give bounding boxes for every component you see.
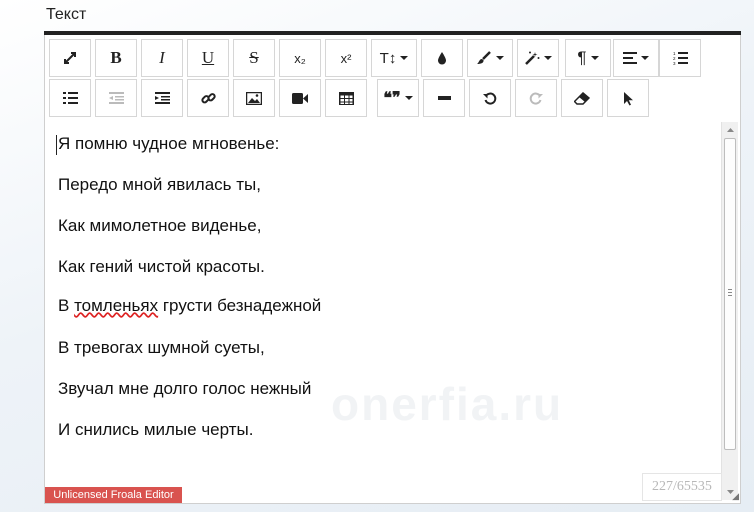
minus-icon bbox=[437, 96, 451, 100]
pilcrow-icon: ¶ bbox=[577, 48, 587, 67]
subscript-icon: x₂ bbox=[294, 50, 306, 66]
vertical-scrollbar[interactable] bbox=[721, 122, 738, 500]
character-counter: 227/65535 bbox=[642, 473, 722, 501]
table-icon bbox=[338, 91, 354, 105]
poem-line: В тревогах шумной суеты, bbox=[58, 338, 265, 357]
redo-button[interactable] bbox=[515, 79, 557, 117]
italic-button[interactable]: I bbox=[141, 39, 183, 77]
poem-line-suffix: грусти безнадежной bbox=[158, 296, 322, 315]
strikethrough-icon: S bbox=[249, 48, 259, 67]
resize-handle-icon[interactable]: ◢ bbox=[732, 491, 739, 502]
clear-formatting-button[interactable] bbox=[561, 79, 603, 117]
indent-button[interactable] bbox=[141, 79, 183, 117]
bold-icon: B bbox=[110, 48, 122, 67]
chevron-down-icon bbox=[544, 56, 552, 60]
license-badge[interactable]: Unlicensed Froala Editor bbox=[45, 487, 182, 503]
poem-line: Передо мной явилась ты, bbox=[58, 175, 261, 194]
chevron-down-icon bbox=[496, 56, 504, 60]
color-button[interactable] bbox=[421, 39, 463, 77]
undo-button[interactable] bbox=[469, 79, 511, 117]
strikethrough-button[interactable]: S bbox=[233, 39, 275, 77]
rich-text-editor: B I U S x₂ x² T↕ ¶ 1 2 3 ❝❞ Я помню чудн… bbox=[44, 31, 741, 504]
underline-button[interactable]: U bbox=[187, 39, 229, 77]
link-icon bbox=[200, 91, 216, 106]
outdent-icon bbox=[108, 92, 124, 104]
superscript-button[interactable]: x² bbox=[325, 39, 367, 77]
align-left-icon bbox=[623, 52, 637, 64]
field-label: Текст bbox=[46, 6, 87, 23]
editor-content-area[interactable]: Я помню чудное мгновенье: Передо мной яв… bbox=[46, 122, 721, 492]
unordered-list-icon bbox=[62, 92, 78, 104]
scrollbar-thumb[interactable] bbox=[724, 138, 736, 450]
chevron-down-icon bbox=[641, 56, 649, 60]
unordered-list-button[interactable] bbox=[49, 79, 91, 117]
insert-image-button[interactable] bbox=[233, 79, 275, 117]
font-size-icon: T↕ bbox=[379, 49, 397, 67]
poem-line-prefix: В bbox=[58, 296, 75, 315]
chevron-down-icon bbox=[404, 96, 413, 100]
eraser-icon bbox=[574, 91, 590, 105]
expand-icon bbox=[63, 51, 77, 65]
select-all-button[interactable] bbox=[607, 79, 649, 117]
insert-video-button[interactable] bbox=[279, 79, 321, 117]
paragraph-format-button[interactable]: ¶ bbox=[565, 39, 611, 77]
undo-icon bbox=[483, 91, 497, 105]
align-button[interactable] bbox=[613, 39, 659, 77]
svg-text:3: 3 bbox=[673, 61, 676, 65]
poem-line: В томленьях грусти безнадежной bbox=[58, 296, 321, 316]
subscript-button[interactable]: x₂ bbox=[279, 39, 321, 77]
inline-style-button[interactable] bbox=[517, 39, 559, 77]
video-icon bbox=[292, 92, 308, 104]
ordered-list-icon: 123 bbox=[673, 51, 688, 65]
bold-button[interactable]: B bbox=[95, 39, 137, 77]
magic-icon bbox=[524, 51, 540, 65]
horizontal-line-button[interactable] bbox=[423, 79, 465, 117]
underline-icon: U bbox=[201, 48, 215, 67]
misspelled-word: томленьях bbox=[74, 296, 159, 315]
superscript-icon: x² bbox=[340, 50, 352, 66]
grip-icon bbox=[728, 289, 732, 298]
redo-icon bbox=[529, 91, 543, 105]
indent-icon bbox=[154, 92, 170, 104]
poem-line: Как мимолетное виденье, bbox=[58, 216, 262, 235]
paragraph-style-button[interactable] bbox=[467, 39, 513, 77]
poem-line: И снились милые черты. bbox=[58, 420, 254, 439]
insert-table-button[interactable] bbox=[325, 79, 367, 117]
scroll-up-arrow[interactable] bbox=[722, 122, 738, 138]
chevron-down-icon bbox=[590, 56, 599, 60]
quote-button[interactable]: ❝❞ bbox=[377, 79, 419, 117]
cursor-icon bbox=[623, 91, 634, 106]
image-icon bbox=[246, 91, 262, 105]
droplet-icon bbox=[437, 51, 447, 65]
watermark: onerfia.ru bbox=[331, 378, 564, 430]
fullscreen-button[interactable] bbox=[49, 39, 91, 77]
italic-icon: I bbox=[159, 48, 165, 67]
font-size-button[interactable]: T↕ bbox=[371, 39, 417, 77]
poem-line: Я помню чудное мгновенье: bbox=[58, 134, 280, 153]
chevron-down-icon bbox=[400, 56, 409, 60]
text-cursor bbox=[56, 135, 57, 155]
poem-line: Как гений чистой красоты. bbox=[58, 257, 265, 276]
paintbrush-icon bbox=[476, 51, 492, 65]
insert-link-button[interactable] bbox=[187, 79, 229, 117]
ordered-list-button[interactable]: 123 bbox=[659, 39, 701, 77]
poem-line: Звучал мне долго голос нежный bbox=[58, 379, 312, 398]
quote-icon: ❝❞ bbox=[383, 90, 401, 107]
outdent-button[interactable] bbox=[95, 79, 137, 117]
